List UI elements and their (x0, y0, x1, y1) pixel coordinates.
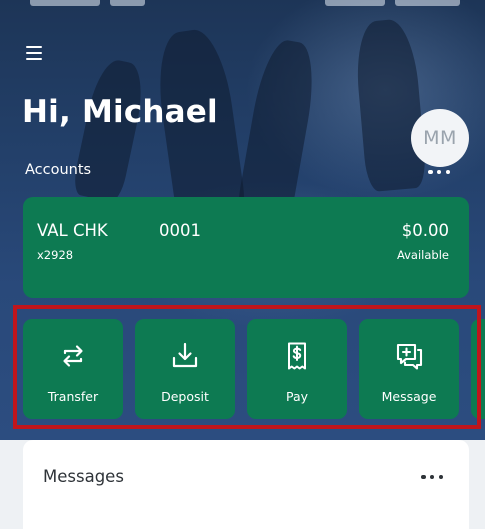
avatar[interactable]: MM (411, 109, 469, 167)
hamburger-menu-icon[interactable] (26, 46, 46, 62)
status-bar-fragment (395, 0, 460, 6)
pay-label: Pay (285, 389, 309, 404)
account-masked-number: x2928 (37, 248, 74, 262)
transfer-button[interactable]: Transfer (23, 319, 123, 419)
greeting-title: Hi, Michael (22, 94, 218, 130)
account-balance-label: Available (396, 248, 449, 262)
dollar-receipt-icon (282, 341, 312, 371)
app-screen: Hi, Michael MM Accounts VAL CHK 0001 x29… (0, 0, 485, 529)
account-balance: $0.00 (401, 221, 449, 240)
messages-card: Messages (23, 440, 469, 529)
account-card[interactable]: VAL CHK 0001 x2928 $0.00 Available (23, 197, 469, 298)
messages-title: Messages (43, 467, 124, 486)
account-name: VAL CHK (37, 221, 108, 240)
more-action-button[interactable] (471, 319, 485, 419)
accounts-label: Accounts (25, 162, 92, 178)
deposit-button[interactable]: Deposit (135, 319, 235, 419)
message-plus-icon (394, 341, 424, 371)
transfer-label: Transfer (47, 389, 99, 404)
transfer-arrows-icon (58, 341, 88, 371)
messages-more-dots-icon[interactable] (421, 473, 443, 481)
message-label: Message (381, 389, 437, 404)
deposit-label: Deposit (161, 389, 209, 404)
pay-button[interactable]: Pay (247, 319, 347, 419)
status-bar-fragment (110, 0, 145, 6)
deposit-download-icon (170, 341, 200, 371)
accounts-more-dots-icon[interactable] (428, 168, 450, 176)
status-bar-fragment (30, 0, 100, 6)
status-bar (0, 0, 485, 10)
message-button[interactable]: Message (359, 319, 459, 419)
status-bar-fragment (325, 0, 385, 6)
account-number: 0001 (159, 221, 201, 240)
quick-actions-row: Transfer Deposit Pay Message (23, 319, 485, 419)
